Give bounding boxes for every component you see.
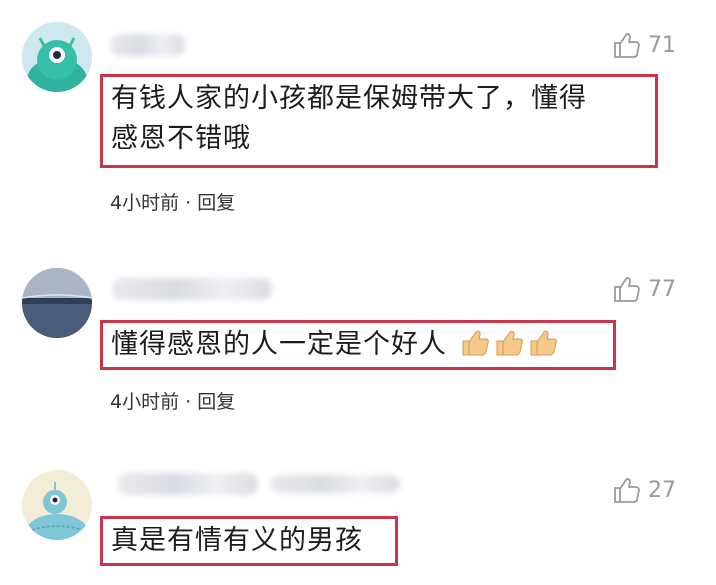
username-blurred[interactable] xyxy=(112,278,272,300)
thumbs-up-icon xyxy=(614,33,640,58)
like-count: 77 xyxy=(648,276,676,302)
comment-text-line1: 有钱人家的小孩都是保姆带大了，懂得 xyxy=(111,83,587,114)
thumbs-up-icon xyxy=(614,277,640,302)
avatar-landscape-icon xyxy=(22,268,92,338)
username-blurred[interactable] xyxy=(110,34,185,56)
comment-1: 71 有钱人家的小孩都是保姆带大了，懂得 感恩不错哦 4小时前 · 回复 xyxy=(0,0,716,230)
comment-text: 真是有情有义的男孩 xyxy=(111,525,363,556)
thumbs-up-emoji-icon xyxy=(496,330,523,356)
timestamp: 4小时前 xyxy=(110,192,180,214)
comment-3: 27 真是有情有义的男孩 xyxy=(0,455,716,585)
timestamp: 4小时前 xyxy=(110,391,180,413)
username-blurred[interactable] xyxy=(118,473,258,495)
comment-meta: 4小时前 · 回复 xyxy=(110,188,235,215)
like-button[interactable]: 77 xyxy=(612,274,676,304)
watermark xyxy=(682,568,686,583)
thumbs-up-emoji-icon xyxy=(462,330,489,356)
like-button[interactable]: 71 xyxy=(612,30,676,60)
avatar-monster-icon xyxy=(22,22,92,92)
comment-2: 77 懂得感恩的人一定是个好人 4小时前 · 回复 xyxy=(0,250,716,430)
avatar[interactable] xyxy=(22,470,92,540)
reply-link[interactable]: 回复 xyxy=(197,192,235,214)
avatar-alien-icon xyxy=(22,470,92,540)
separator: · xyxy=(185,391,192,413)
like-button[interactable]: 27 xyxy=(612,475,676,505)
avatar[interactable] xyxy=(22,268,92,338)
comment-text-line2: 感恩不错哦 xyxy=(111,123,251,154)
comment-text-highlight: 懂得感恩的人一定是个好人 xyxy=(100,320,616,370)
comment-text-highlight: 有钱人家的小孩都是保姆带大了，懂得 感恩不错哦 xyxy=(100,74,658,168)
comment-text: 懂得感恩的人一定是个好人 xyxy=(111,329,447,360)
separator: · xyxy=(185,192,192,214)
thumbs-up-icon xyxy=(614,478,640,503)
username-blurred-2 xyxy=(270,475,400,493)
avatar[interactable] xyxy=(22,22,92,92)
comment-text-highlight: 真是有情有义的男孩 xyxy=(100,516,398,566)
thumbs-up-emoji-icon xyxy=(530,330,557,356)
reply-link[interactable]: 回复 xyxy=(197,391,235,413)
like-count: 71 xyxy=(648,32,676,58)
comment-meta: 4小时前 · 回复 xyxy=(110,387,235,414)
like-count: 27 xyxy=(648,477,676,503)
